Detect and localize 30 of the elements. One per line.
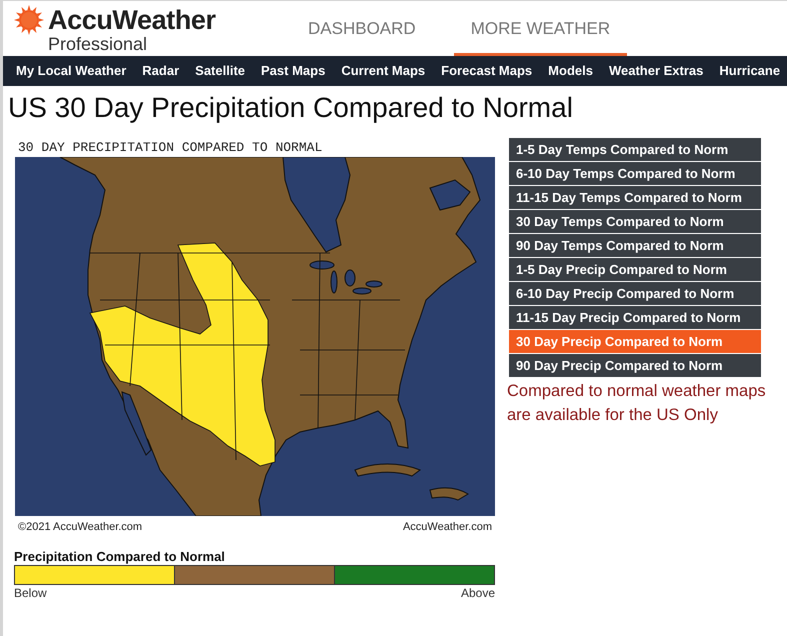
brand-subtitle: Professional — [48, 35, 148, 53]
map-link[interactable]: 90 Day Precip Compared to Norm — [509, 354, 761, 377]
nav-link[interactable]: Models — [548, 61, 593, 81]
map-credit: AccuWeather.com — [402, 520, 493, 535]
legend-title: Precipitation Compared to Normal — [14, 549, 226, 565]
map-link[interactable]: 6-10 Day Temps Compared to Norm — [509, 162, 761, 185]
availability-note: Compared to normal weather maps are available for the US Only — [507, 381, 767, 426]
nav-link[interactable]: Weather Extras — [608, 61, 704, 81]
nav-link[interactable]: My Local Weather — [16, 61, 126, 81]
map-title: 30 DAY PRECIPITATION COMPARED TO NORMAL — [17, 139, 324, 157]
nav-link[interactable]: Current Maps — [341, 61, 426, 81]
page-title: US 30 Day Precipitation Compared to Normal — [7, 91, 574, 125]
map-link[interactable]: 11-15 Day Temps Compared to Norm — [509, 186, 761, 209]
nav-link[interactable]: Forecast Maps — [441, 61, 532, 81]
map-link[interactable]: 1-5 Day Temps Compared to Norm — [509, 138, 761, 161]
brand-name: AccuWeather — [48, 5, 216, 35]
nav-link[interactable]: Past Maps — [261, 61, 326, 81]
map-link[interactable]: 6-10 Day Precip Compared to Norm — [509, 282, 761, 305]
map-link[interactable]: 90 Day Temps Compared to Norm — [509, 234, 761, 257]
map-link[interactable]: 1-5 Day Precip Compared to Norm — [509, 258, 761, 281]
nav-link[interactable]: Hurricane — [719, 61, 780, 81]
nav-link[interactable]: Radar — [142, 61, 180, 81]
legend-high-label: Above — [460, 585, 495, 601]
nav-link[interactable]: Satellite — [195, 61, 246, 81]
map-link[interactable]: 30 Day Temps Compared to Norm — [509, 210, 761, 233]
sun-icon — [14, 5, 44, 35]
legend-low-label: Below — [14, 585, 47, 601]
map-link[interactable]: 11-15 Day Precip Compared to Norm — [509, 306, 761, 329]
map-copyright: ©2021 AccuWeather.com — [17, 520, 142, 535]
header-tab[interactable]: DASHBOARD — [291, 1, 433, 56]
